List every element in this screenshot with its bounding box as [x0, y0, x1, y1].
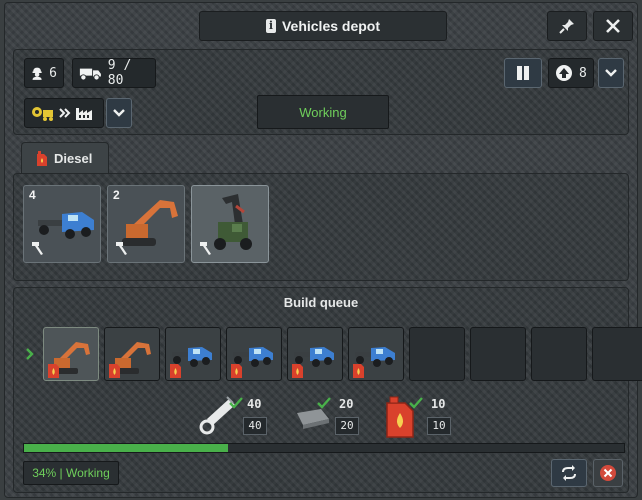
- pickup-truck-icon: [231, 347, 273, 378]
- material-need: 20: [335, 417, 359, 435]
- priority-dropdown-button[interactable]: [598, 58, 624, 88]
- repeat-icon: [562, 465, 576, 481]
- vehicle-card-excavator[interactable]: 2: [107, 185, 185, 263]
- queue-slot-empty: [409, 327, 465, 381]
- factory-icon: [76, 108, 92, 120]
- build-progress-fill: [24, 444, 228, 452]
- vehicles-panel: [13, 173, 629, 281]
- workers-count: 6: [49, 65, 57, 81]
- queue-slot-empty: [531, 327, 587, 381]
- chevron-down-icon: [605, 69, 617, 77]
- check-icon: [229, 397, 243, 409]
- window-title-box: i Vehicles depot: [199, 11, 447, 41]
- queue-slot-empty: [592, 327, 642, 381]
- material-have: 40: [247, 397, 262, 411]
- vehicle-card-pickup[interactable]: 4: [23, 185, 101, 263]
- title-bar: i Vehicles depot: [5, 3, 637, 47]
- dump-truck-icon: [79, 68, 101, 81]
- cancel-icon: [600, 465, 616, 481]
- close-button[interactable]: [593, 11, 633, 41]
- vehicles-capacity: 9 / 80: [107, 58, 132, 88]
- double-chevron-right-icon: [59, 108, 71, 118]
- window-title: Vehicles depot: [281, 18, 381, 34]
- material-need: 40: [243, 417, 267, 435]
- close-icon: [606, 19, 620, 33]
- build-progress-bar: [23, 443, 625, 453]
- material-have: 20: [339, 397, 354, 411]
- priority-box[interactable]: 8: [548, 58, 594, 88]
- build-queue-title: Build queue: [283, 295, 359, 310]
- production-dropdown-button[interactable]: [106, 98, 132, 128]
- pickup-truck-icon: [353, 347, 395, 378]
- excavator-icon: [109, 342, 151, 378]
- pause-icon: [517, 66, 529, 80]
- vehicles-capacity-box: 9 / 80: [72, 58, 156, 88]
- workers-box: 6: [24, 58, 64, 88]
- queue-item-excavator[interactable]: [43, 327, 99, 381]
- hammer-icon: [116, 242, 127, 255]
- pickup-truck-icon: [170, 347, 212, 378]
- queue-item-excavator[interactable]: [104, 327, 160, 381]
- vehicles-depot-window: i Vehicles depot 6 9 / 80 8 Working Dies…: [4, 2, 642, 498]
- priority-value: 8: [579, 65, 587, 81]
- excavator-icon: [48, 342, 90, 378]
- cancel-queue-button[interactable]: [593, 459, 623, 487]
- pause-button[interactable]: [504, 58, 542, 88]
- material-need: 10: [427, 417, 451, 435]
- info-icon[interactable]: i: [265, 19, 276, 33]
- priority-up-icon: [556, 65, 572, 81]
- hammer-icon: [32, 242, 43, 255]
- pin-button[interactable]: [547, 11, 587, 41]
- vehicle-card-tree-harvester[interactable]: [191, 185, 269, 263]
- material-have: 10: [431, 397, 446, 411]
- worker-icon: [32, 67, 42, 80]
- production-mode-box: [24, 98, 104, 128]
- pin-icon: [559, 19, 574, 34]
- queue-slot-empty: [470, 327, 526, 381]
- repeat-button[interactable]: [551, 459, 587, 487]
- tab-diesel[interactable]: Diesel: [21, 142, 109, 174]
- status-indicator: Working: [257, 95, 389, 129]
- queue-item-pickup-truck[interactable]: [348, 327, 404, 381]
- check-icon: [409, 397, 423, 409]
- vehicle-production-icon: [32, 107, 53, 121]
- queue-item-pickup-truck[interactable]: [226, 327, 282, 381]
- pickup-truck-icon: [292, 347, 334, 378]
- chevron-right-icon: [26, 348, 34, 360]
- queue-item-pickup-truck[interactable]: [165, 327, 221, 381]
- chevron-down-icon: [113, 109, 125, 117]
- hammer-icon: [200, 242, 211, 255]
- queue-item-pickup-truck[interactable]: [287, 327, 343, 381]
- build-progress-label: 34% | Working: [23, 461, 119, 485]
- diesel-canister-icon: [37, 150, 47, 166]
- check-icon: [317, 397, 331, 409]
- tab-label: Diesel: [54, 151, 93, 166]
